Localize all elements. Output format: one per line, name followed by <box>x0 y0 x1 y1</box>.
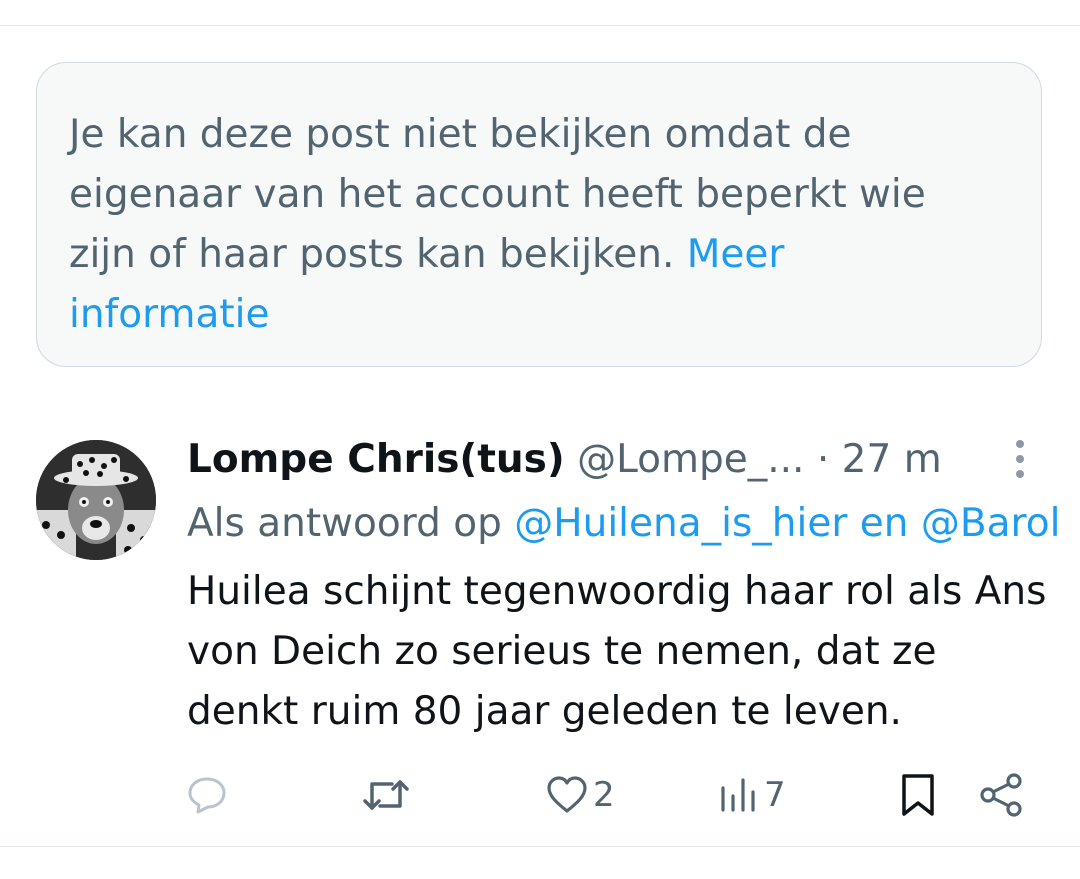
share-button[interactable] <box>978 760 1024 830</box>
reply-prefix: Als antwoord op <box>187 501 502 546</box>
post-time[interactable]: 27 m <box>842 437 942 482</box>
post-actions: 2 7 <box>0 760 1080 830</box>
views-button[interactable]: 7 <box>718 760 786 830</box>
reply-conjunction[interactable]: en <box>860 501 909 546</box>
like-button[interactable]: 2 <box>545 760 615 830</box>
reply-button[interactable] <box>186 760 228 830</box>
like-count: 2 <box>593 775 615 815</box>
views-icon <box>721 778 755 812</box>
avatar-image <box>36 440 156 560</box>
top-divider <box>0 25 1080 26</box>
user-handle[interactable]: @Lompe_... <box>577 437 804 482</box>
bottom-divider <box>0 846 1080 847</box>
separator-dot: · <box>816 437 830 482</box>
notice-text: Je kan deze post niet bekijken omdat de … <box>69 105 929 345</box>
reply-user-2[interactable]: @Barol <box>921 501 1061 546</box>
avatar[interactable] <box>36 440 156 560</box>
more-options-icon[interactable] <box>1000 436 1040 482</box>
notice-message: Je kan deze post niet bekijken omdat de … <box>69 112 926 277</box>
post-header: Lompe Chris(tus) @Lompe_... · 27 m <box>187 432 942 488</box>
bookmark-button[interactable] <box>898 760 938 830</box>
display-name[interactable]: Lompe Chris(tus) <box>187 437 565 482</box>
reply-icon <box>188 777 226 814</box>
views-count: 7 <box>764 775 786 815</box>
reply-user-1[interactable]: @Huilena_is_hier <box>514 501 847 546</box>
reply-context: Als antwoord op @Huilena_is_hier en @Bar… <box>187 494 1080 554</box>
repost-button[interactable] <box>362 760 410 830</box>
bookmark-icon <box>902 774 934 816</box>
restricted-post-notice: Je kan deze post niet bekijken omdat de … <box>36 62 1042 367</box>
heart-icon <box>547 776 587 813</box>
share-icon <box>980 773 1022 817</box>
post-text: Huilea schijnt tegenwoordig haar rol als… <box>187 569 1047 734</box>
repost-icon <box>363 780 409 810</box>
